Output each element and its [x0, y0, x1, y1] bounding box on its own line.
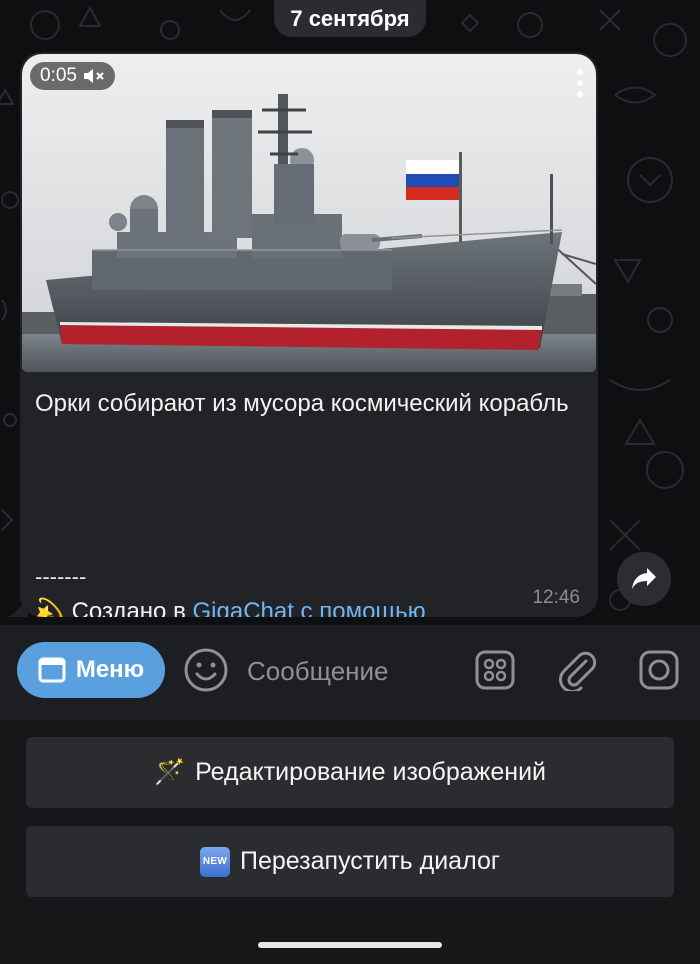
share-arrow-icon — [632, 568, 656, 589]
menu-label: Меню — [75, 656, 145, 683]
keyboard-button-edit-images[interactable]: 🪄 Редактирование изображений — [26, 737, 674, 808]
share-button[interactable] — [617, 552, 671, 606]
caption-separator: ------- — [35, 564, 87, 589]
message-input[interactable] — [245, 647, 459, 695]
credit-line: 💫 Создано в GigaChat с помощью Kandinsky — [35, 596, 505, 617]
video-duration: 0:05 — [40, 65, 77, 86]
paperclip-icon[interactable] — [556, 649, 598, 691]
video-duration-badge: 0:05 — [30, 62, 115, 90]
apps-grid-icon[interactable] — [474, 649, 516, 691]
new-badge-icon: NEW — [200, 846, 231, 877]
message-time: 12:46 — [532, 587, 580, 608]
magic-wand-emoji: 🪄 — [153, 758, 186, 786]
home-indicator[interactable] — [258, 942, 442, 948]
more-vertical-icon[interactable] — [576, 68, 584, 98]
date-separator: 7 сентября — [274, 0, 426, 37]
message-caption: Орки собирают из мусора космический кора… — [35, 390, 569, 417]
keyboard-button-label: Перезапустить диалог — [240, 847, 500, 875]
warship-image — [22, 54, 596, 372]
menu-button[interactable]: Меню — [17, 642, 165, 698]
bot-keyboard: 🪄 Редактирование изображений NEW Перезап… — [0, 720, 700, 964]
emoji-icon[interactable] — [183, 647, 229, 693]
message-input-bar: Меню — [0, 625, 700, 720]
credit-prefix: Создано в — [71, 598, 193, 617]
keyboard-button-label: Редактирование изображений — [195, 758, 547, 786]
date-label: 7 сентября — [290, 5, 410, 31]
camera-icon[interactable] — [638, 649, 680, 691]
message-bubble[interactable]: 0:05 Орки собирают из мусора космический… — [20, 52, 598, 617]
keyboard-button-restart-dialog[interactable]: NEW Перезапустить диалог — [26, 826, 674, 897]
speaker-muted-icon[interactable] — [83, 68, 105, 84]
sparkle-emoji: 💫 — [35, 598, 65, 617]
menu-window-icon — [38, 657, 66, 683]
video-preview[interactable]: 0:05 — [22, 54, 596, 372]
